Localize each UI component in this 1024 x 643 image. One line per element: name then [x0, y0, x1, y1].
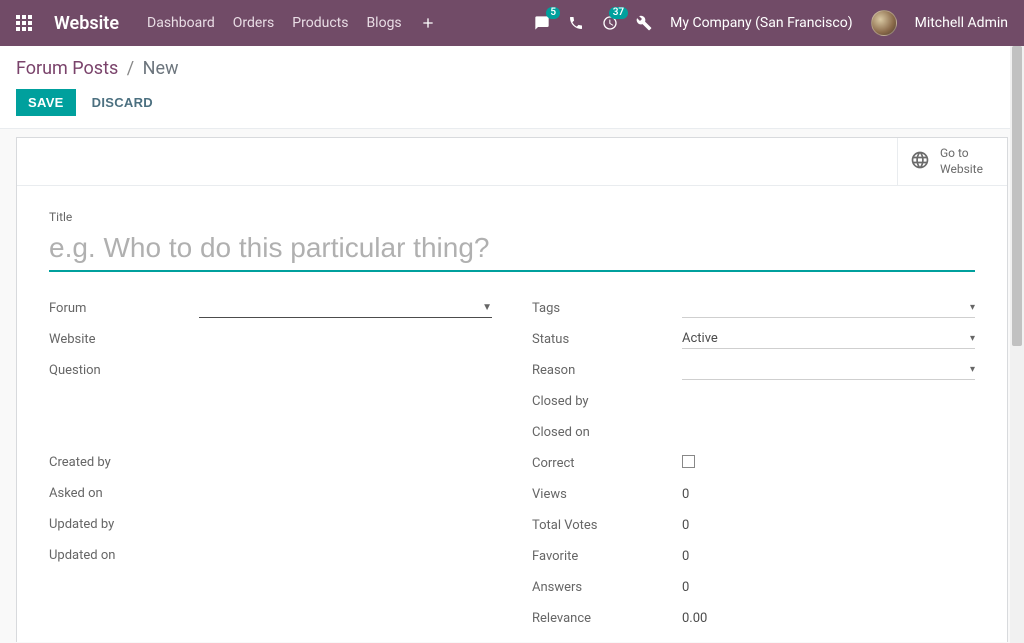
- updated-on-label: Updated on: [49, 548, 199, 563]
- company-selector[interactable]: My Company (San Francisco): [670, 15, 852, 31]
- username[interactable]: Mitchell Admin: [915, 15, 1008, 31]
- tools-icon[interactable]: [636, 15, 652, 31]
- forum-label: Forum: [49, 301, 199, 316]
- answers-value: 0: [682, 580, 975, 595]
- apps-icon[interactable]: [16, 15, 32, 31]
- forum-select[interactable]: ▼: [199, 298, 492, 318]
- activities-badge: 37: [609, 7, 628, 19]
- caret-down-icon: ▾: [970, 302, 975, 313]
- caret-down-icon: ▼: [482, 302, 492, 313]
- nav-orders[interactable]: Orders: [233, 15, 275, 31]
- breadcrumb-parent[interactable]: Forum Posts: [16, 58, 118, 79]
- go-to-website-button[interactable]: Go to Website: [897, 138, 1007, 185]
- total-votes-label: Total Votes: [532, 518, 682, 533]
- status-select[interactable]: Active ▾: [682, 329, 975, 349]
- closed-on-label: Closed on: [532, 425, 682, 440]
- favorite-label: Favorite: [532, 549, 682, 564]
- question-label: Question: [49, 363, 199, 378]
- activities-icon[interactable]: 37: [602, 15, 618, 31]
- views-label: Views: [532, 487, 682, 502]
- breadcrumb-separator: /: [127, 58, 134, 79]
- caret-down-icon: ▾: [970, 364, 975, 375]
- created-by-label: Created by: [49, 455, 199, 470]
- nav-products[interactable]: Products: [292, 15, 348, 31]
- answers-label: Answers: [532, 580, 682, 595]
- caret-down-icon: ▾: [970, 333, 975, 344]
- nav-blogs[interactable]: Blogs: [366, 15, 401, 31]
- tags-select[interactable]: ▾: [682, 298, 975, 318]
- nav-dashboard[interactable]: Dashboard: [147, 15, 215, 31]
- avatar[interactable]: [871, 10, 897, 36]
- scrollbar[interactable]: [1010, 46, 1024, 643]
- form-right-column: Tags ▾ Status Active ▾: [532, 298, 975, 639]
- updated-by-label: Updated by: [49, 517, 199, 532]
- globe-icon: [910, 150, 930, 174]
- tags-label: Tags: [532, 301, 682, 316]
- breadcrumb: Forum Posts / New: [16, 58, 1008, 79]
- app-brand[interactable]: Website: [54, 13, 119, 34]
- stat-text-line2: Website: [940, 162, 983, 178]
- plus-icon[interactable]: [420, 15, 436, 31]
- stat-text-line1: Go to: [940, 146, 983, 162]
- reason-select[interactable]: ▾: [682, 360, 975, 380]
- form-container: Go to Website Title Forum ▼: [0, 129, 1024, 642]
- total-votes-value: 0: [682, 518, 975, 533]
- correct-label: Correct: [532, 456, 682, 471]
- status-label: Status: [532, 332, 682, 347]
- relevance-label: Relevance: [532, 611, 682, 626]
- reason-label: Reason: [532, 363, 682, 378]
- website-label: Website: [49, 332, 199, 347]
- messages-badge: 5: [546, 7, 560, 19]
- control-panel: Forum Posts / New SAVE DISCARD: [0, 46, 1024, 129]
- title-input[interactable]: [49, 228, 975, 272]
- breadcrumb-current: New: [143, 58, 179, 79]
- main-navbar: Website Dashboard Orders Products Blogs …: [0, 0, 1024, 46]
- status-value: Active: [682, 331, 718, 346]
- title-label: Title: [49, 210, 975, 224]
- views-value: 0: [682, 487, 975, 502]
- correct-checkbox[interactable]: [682, 455, 695, 468]
- form-left-column: Forum ▼ Website Question: [49, 298, 492, 639]
- favorite-value: 0: [682, 549, 975, 564]
- scrollbar-thumb[interactable]: [1012, 46, 1022, 346]
- form-sheet: Go to Website Title Forum ▼: [16, 137, 1008, 642]
- button-box: Go to Website: [17, 138, 1007, 186]
- save-button[interactable]: SAVE: [16, 89, 76, 116]
- asked-on-label: Asked on: [49, 486, 199, 501]
- phone-icon[interactable]: [568, 15, 584, 31]
- closed-by-label: Closed by: [532, 394, 682, 409]
- messages-icon[interactable]: 5: [534, 15, 550, 31]
- relevance-value: 0.00: [682, 611, 975, 626]
- discard-button[interactable]: DISCARD: [92, 95, 153, 110]
